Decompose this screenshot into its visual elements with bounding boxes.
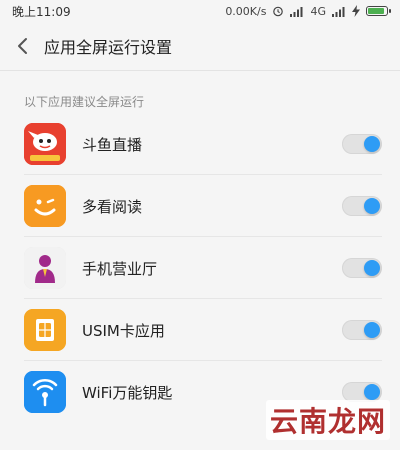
status-bar: 晚上11:09 0.00K/s 4G <box>0 0 400 22</box>
alarm-icon <box>272 5 284 17</box>
list-item-duokan: 多看阅读 <box>0 175 400 237</box>
signal-icon-secondary <box>332 6 346 17</box>
charging-icon <box>352 5 360 17</box>
section-label: 以下应用建议全屏运行 <box>24 95 145 109</box>
sim-card-app-icon <box>24 309 66 351</box>
status-time: 晚上11:09 <box>12 4 71 19</box>
app-list: 斗鱼直播 多看阅读 手机营业厅 USIM卡应用 WiFi万能钥匙 <box>0 113 400 423</box>
duokan-app-icon <box>24 185 66 227</box>
app-label: USIM卡应用 <box>82 321 165 340</box>
toggle-knob <box>364 260 380 276</box>
network-speed: 0.00K/s <box>225 4 267 18</box>
signal-icon <box>290 6 304 17</box>
watermark: 云南龙网 <box>265 400 390 440</box>
battery-icon <box>366 6 391 16</box>
fullscreen-toggle[interactable] <box>342 320 382 340</box>
page-title: 应用全屏运行设置 <box>44 38 173 57</box>
fullscreen-toggle[interactable] <box>342 134 382 154</box>
toggle-knob <box>364 322 380 338</box>
mobile-hall-app-icon <box>24 247 66 289</box>
status-indicators: 0.00K/s 4G <box>225 4 391 18</box>
list-item-mobile-hall: 手机营业厅 <box>0 237 400 299</box>
toggle-knob <box>364 384 380 400</box>
app-label: 斗鱼直播 <box>82 135 143 154</box>
back-arrow-icon[interactable] <box>12 35 34 57</box>
fullscreen-toggle[interactable] <box>342 382 382 402</box>
fullscreen-toggle[interactable] <box>342 196 382 216</box>
list-item-douyu: 斗鱼直播 <box>0 113 400 175</box>
douyu-app-icon <box>24 123 66 165</box>
app-label: 多看阅读 <box>82 197 143 216</box>
toggle-knob <box>364 198 380 214</box>
app-header: 应用全屏运行设置 <box>0 22 400 70</box>
app-label: 手机营业厅 <box>82 259 158 278</box>
wifi-key-app-icon <box>24 371 66 413</box>
list-item-usim: USIM卡应用 <box>0 299 400 361</box>
network-type: 4G <box>310 4 326 18</box>
toggle-knob <box>364 136 380 152</box>
fullscreen-toggle[interactable] <box>342 258 382 278</box>
